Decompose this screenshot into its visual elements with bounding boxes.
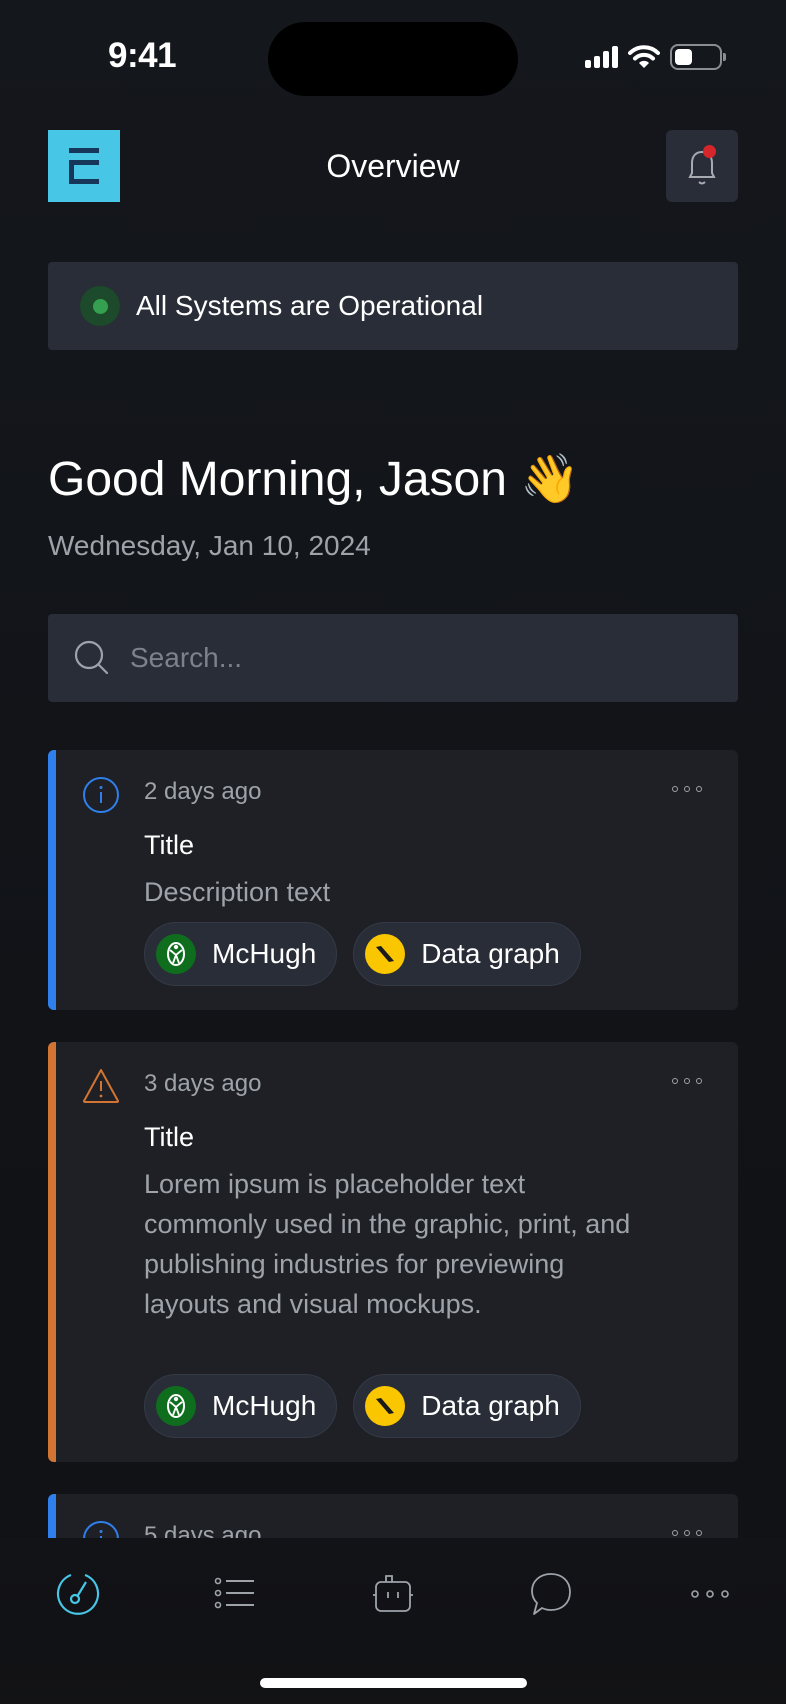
card-more-button[interactable]: [672, 1530, 702, 1536]
home-indicator[interactable]: [260, 1678, 527, 1688]
dynamic-island: [268, 22, 518, 96]
mchugh-logo-icon: [156, 1386, 196, 1426]
card-tags: McHugh Data graph: [144, 1374, 581, 1438]
nav-bot[interactable]: [365, 1566, 421, 1622]
wave-emoji: 👋: [520, 453, 581, 506]
status-indicator-icon: [80, 286, 120, 326]
info-icon: [83, 777, 119, 813]
notifications-button[interactable]: [666, 130, 738, 202]
card-more-button[interactable]: [672, 1078, 702, 1084]
tag-chip-data-graph[interactable]: Data graph: [353, 922, 581, 986]
card-more-button[interactable]: [672, 786, 702, 792]
tag-label: McHugh: [212, 938, 317, 969]
tag-label: Data graph: [421, 938, 560, 969]
nav-list[interactable]: [207, 1566, 263, 1622]
system-status-text: All Systems are Operational: [136, 290, 484, 321]
search-icon: [74, 640, 109, 675]
chat-bubble-icon: [531, 1573, 571, 1615]
tag-chip-mchugh[interactable]: McHugh: [144, 922, 338, 986]
greeting-heading: Good Morning, Jason 👋: [48, 450, 580, 507]
wifi-icon: [628, 45, 660, 68]
cellular-signal-icon: [585, 46, 618, 68]
gauge-icon: [56, 1573, 100, 1615]
status-icons: [585, 44, 726, 70]
status-time: 9:41: [108, 36, 177, 75]
card-accent-bar: [48, 750, 56, 1010]
search-bar[interactable]: [48, 614, 738, 702]
card-accent-bar: [48, 1042, 56, 1462]
card-timestamp: 3 days ago: [144, 1070, 262, 1097]
battery-icon: [670, 44, 726, 70]
list-icon: [214, 1577, 254, 1609]
tag-label: McHugh: [212, 1390, 317, 1421]
activity-card[interactable]: 3 days ago Title Lorem ipsum is placehol…: [48, 1042, 738, 1462]
system-status-banner: All Systems are Operational: [48, 262, 738, 350]
search-input[interactable]: [130, 642, 690, 674]
mchugh-logo-icon: [156, 934, 196, 974]
robot-icon: [373, 1575, 413, 1612]
activity-card[interactable]: 2 days ago Title Description text McHugh…: [48, 750, 738, 1010]
tag-chip-mchugh[interactable]: McHugh: [144, 1374, 338, 1438]
card-title: Title: [144, 1122, 195, 1152]
card-description: Description text: [144, 877, 331, 907]
notification-badge: [703, 145, 716, 158]
warning-icon: [83, 1069, 119, 1103]
more-horizontal-icon: [691, 1590, 729, 1598]
greeting-text: Good Morning, Jason: [48, 453, 507, 506]
card-timestamp: 2 days ago: [144, 778, 262, 805]
tag-label: Data graph: [421, 1390, 560, 1421]
card-title: Title: [144, 830, 195, 860]
screen: 9:41 Overview All Systems are Operationa…: [0, 0, 786, 1704]
card-tags: McHugh Data graph: [144, 922, 581, 986]
nav-more[interactable]: [682, 1566, 738, 1622]
data-graph-logo-icon: [365, 934, 406, 974]
card-description: Lorem ipsum is placeholder text commonly…: [144, 1169, 631, 1319]
data-graph-logo-icon: [365, 1386, 406, 1426]
current-date: Wednesday, Jan 10, 2024: [48, 530, 371, 561]
nav-chat[interactable]: [523, 1566, 579, 1622]
nav-dashboard[interactable]: [50, 1566, 106, 1622]
tag-chip-data-graph[interactable]: Data graph: [353, 1374, 581, 1438]
